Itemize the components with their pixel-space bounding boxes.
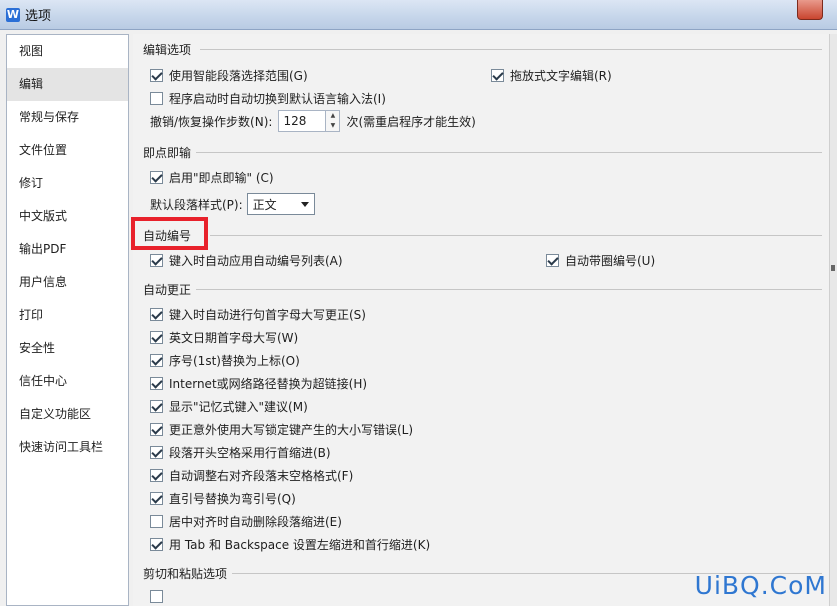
option-auto-correct-8[interactable]: 直引号替换为弯引号(Q)	[150, 490, 296, 507]
option-circle-number[interactable]: 自动带圈编号(U)	[546, 252, 655, 269]
checkbox[interactable]	[150, 354, 163, 367]
auto-number-list-checkbox[interactable]	[150, 254, 163, 267]
sidebar-item-chinese-layout[interactable]: 中文版式	[7, 200, 128, 233]
chevron-down-icon	[300, 201, 309, 207]
sidebar-item-revision[interactable]: 修订	[7, 167, 128, 200]
option-auto-correct-5[interactable]: 更正意外使用大写锁定键产生的大小写错误(L)	[150, 421, 413, 438]
scrollbar[interactable]	[829, 34, 837, 606]
option-label: 英文日期首字母大写(W)	[169, 331, 299, 345]
checkbox[interactable]	[150, 515, 163, 528]
checkbox[interactable]	[150, 446, 163, 459]
option-label: 自动调整右对齐段落末空格格式(F)	[169, 469, 354, 483]
drag-text-label: 拖放式文字编辑(R)	[510, 69, 612, 83]
sidebar-item-user-info[interactable]: 用户信息	[7, 266, 128, 299]
option-auto-ime[interactable]: 程序启动时自动切换到默认语言输入法(I)	[150, 90, 386, 107]
checkbox[interactable]	[150, 590, 163, 603]
checkbox[interactable]	[150, 423, 163, 436]
option-undo-steps: 撤销/恢复操作步数(N): 128 ▲ ▼ 次(需重启程序才能生效)	[150, 110, 476, 132]
option-click-and-type[interactable]: 启用"即点即输" (C)	[150, 169, 274, 186]
option-auto-correct-1[interactable]: 英文日期首字母大写(W)	[150, 329, 298, 346]
circle-number-checkbox[interactable]	[546, 254, 559, 267]
sidebar-item-customize-ribbon[interactable]: 自定义功能区	[7, 398, 128, 431]
checkbox[interactable]	[150, 469, 163, 482]
sidebar-item-file-location[interactable]: 文件位置	[7, 134, 128, 167]
option-label: Internet或网络路径替换为超链接(H)	[169, 377, 368, 391]
spin-down-icon[interactable]: ▼	[326, 121, 339, 131]
sidebar-item-trust-center[interactable]: 信任中心	[7, 365, 128, 398]
checkbox[interactable]	[150, 377, 163, 390]
option-auto-correct-9[interactable]: 居中对齐时自动删除段落缩进(E)	[150, 513, 342, 530]
option-smart-paragraph[interactable]: 使用智能段落选择范围(G)	[150, 67, 308, 84]
default-style-value: 正文	[252, 197, 277, 212]
spin-up-icon[interactable]: ▲	[326, 111, 339, 121]
option-label: 显示"记忆式键入"建议(M)	[169, 400, 308, 414]
sidebar-item-general-save[interactable]: 常规与保存	[7, 101, 128, 134]
option-auto-number-list[interactable]: 键入时自动应用自动编号列表(A)	[150, 252, 343, 269]
option-label: 直引号替换为弯引号(Q)	[169, 492, 296, 506]
section-divider	[196, 152, 822, 153]
scroll-thumb-icon	[831, 265, 835, 271]
option-drag-text[interactable]: 拖放式文字编辑(R)	[491, 67, 612, 84]
checkbox[interactable]	[150, 492, 163, 505]
sidebar-item-print[interactable]: 打印	[7, 299, 128, 332]
sidebar-item-view[interactable]: 视图	[7, 35, 128, 68]
option-default-paragraph-style: 默认段落样式(P): 正文	[150, 193, 315, 215]
section-divider	[196, 289, 822, 290]
undo-steps-spinner[interactable]: 128 ▲ ▼	[278, 110, 341, 132]
sidebar-item-quick-access-toolbar[interactable]: 快速访问工具栏	[7, 431, 128, 464]
option-auto-correct-4[interactable]: 显示"记忆式键入"建议(M)	[150, 398, 308, 415]
undo-steps-suffix: 次(需重启程序才能生效)	[346, 114, 476, 129]
option-auto-correct-6[interactable]: 段落开头空格采用行首缩进(B)	[150, 444, 331, 461]
option-label: 用 Tab 和 Backspace 设置左缩进和首行缩进(K)	[169, 538, 431, 552]
option-label: 键入时自动进行句首字母大写更正(S)	[169, 308, 366, 322]
app-logo-icon: W	[6, 7, 20, 22]
option-auto-correct-3[interactable]: Internet或网络路径替换为超链接(H)	[150, 375, 367, 392]
sidebar-item-edit[interactable]: 编辑	[7, 68, 128, 101]
site-watermark: UiBQ.CoM	[694, 571, 827, 600]
undo-steps-label: 撤销/恢复操作步数(N):	[150, 114, 273, 129]
option-auto-correct-2[interactable]: 序号(1st)替换为上标(O)	[150, 352, 300, 369]
window-title: 选项	[25, 9, 52, 24]
option-label: 序号(1st)替换为上标(O)	[169, 354, 300, 368]
checkbox[interactable]	[150, 331, 163, 344]
click-and-type-checkbox[interactable]	[150, 171, 163, 184]
section-header-edit-options: 编辑选项	[143, 43, 192, 57]
auto-ime-label: 程序启动时自动切换到默认语言输入法(I)	[169, 92, 386, 106]
option-label: 更正意外使用大写锁定键产生的大小写错误(L)	[169, 423, 414, 437]
option-cut-paste-partial[interactable]	[150, 590, 169, 603]
section-divider	[210, 235, 822, 236]
default-style-label: 默认段落样式(P):	[150, 197, 243, 212]
options-sidebar: 视图 编辑 常规与保存 文件位置 修订 中文版式 输出PDF 用户信息 打印 安…	[6, 34, 129, 606]
default-style-select[interactable]: 正文	[246, 193, 315, 215]
option-auto-correct-7[interactable]: 自动调整右对齐段落末空格格式(F)	[150, 467, 353, 484]
undo-steps-input[interactable]: 128	[278, 110, 327, 132]
auto-number-list-label: 键入时自动应用自动编号列表(A)	[169, 254, 343, 268]
option-auto-correct-0[interactable]: 键入时自动进行句首字母大写更正(S)	[150, 306, 366, 323]
checkbox[interactable]	[150, 538, 163, 551]
option-label: 居中对齐时自动删除段落缩进(E)	[169, 515, 342, 529]
close-button[interactable]	[797, 0, 823, 20]
smart-paragraph-checkbox[interactable]	[150, 69, 163, 82]
sidebar-item-security[interactable]: 安全性	[7, 332, 128, 365]
click-and-type-label: 启用"即点即输" (C)	[169, 171, 274, 185]
sidebar-item-export-pdf[interactable]: 输出PDF	[7, 233, 128, 266]
checkbox[interactable]	[150, 308, 163, 321]
checkbox[interactable]	[150, 400, 163, 413]
section-header-auto-correct: 自动更正	[143, 283, 192, 297]
highlight-annotation	[131, 217, 208, 250]
section-header-cut-paste: 剪切和粘贴选项	[143, 567, 228, 581]
drag-text-checkbox[interactable]	[491, 69, 504, 82]
title-bar: W 选项	[0, 0, 837, 30]
option-label: 段落开头空格采用行首缩进(B)	[169, 446, 331, 460]
auto-ime-checkbox[interactable]	[150, 92, 163, 105]
circle-number-label: 自动带圈编号(U)	[565, 254, 656, 268]
section-divider	[200, 49, 822, 50]
section-header-click-type: 即点即输	[143, 146, 192, 160]
smart-paragraph-label: 使用智能段落选择范围(G)	[169, 69, 308, 83]
option-auto-correct-10[interactable]: 用 Tab 和 Backspace 设置左缩进和首行缩进(K)	[150, 536, 430, 553]
